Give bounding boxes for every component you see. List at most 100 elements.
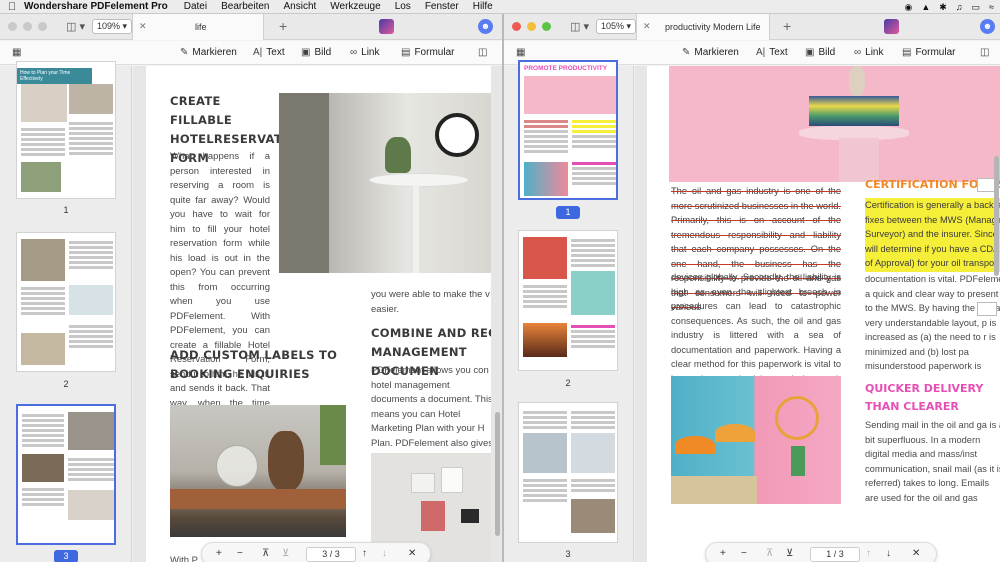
markieren-label: Markieren <box>192 47 237 58</box>
vertical-scrollbar[interactable] <box>495 412 500 536</box>
thumbnail-page-number: 1 <box>63 205 69 215</box>
bild-button[interactable]: ▣ Bild <box>301 47 331 58</box>
close-navigation-icon[interactable]: ✕ <box>408 548 416 559</box>
next-page-icon[interactable]: ↓ <box>382 548 387 559</box>
formular-button[interactable]: ▤ Formular <box>401 47 454 58</box>
menu-hilfe[interactable]: Hilfe <box>473 1 493 12</box>
paragraph-make-easier: you were able to make the v easier. <box>371 289 490 315</box>
zoom-select[interactable]: 105% ▾ <box>596 19 637 34</box>
text-icon: A| <box>253 47 263 58</box>
menu-datei[interactable]: Datei <box>184 1 207 12</box>
left-document-viewer[interactable]: CREATE FILLABLE HOTELRESERVATION FORM Wh… <box>133 66 502 562</box>
new-tab-icon[interactable]: + <box>783 18 791 34</box>
thumbnail-page-3[interactable] <box>16 404 116 545</box>
minimize-window-button[interactable] <box>527 22 536 31</box>
adobe-status-icon[interactable]: ▲ <box>921 2 930 12</box>
bluetooth-icon[interactable]: ✱ <box>939 2 947 13</box>
thumbnail-page-3[interactable] <box>518 402 618 543</box>
thumbnail-photo <box>68 490 114 520</box>
user-avatar-icon[interactable]: ☻ <box>478 19 493 34</box>
new-tab-icon[interactable]: + <box>279 18 287 34</box>
left-document-window: ◫ ▾ 109% ▾ ✕ life + ☻ ▦ ✎ Markieren A| Tex… <box>0 14 502 562</box>
paragraph-certification-highlighted: Certification is generally a back ar fix… <box>865 198 1000 272</box>
previous-page-icon[interactable]: ↑ <box>362 548 367 559</box>
page-indicator[interactable]: 1 / 3 <box>810 547 860 562</box>
battery-icon[interactable]: ▭ <box>972 2 981 13</box>
first-page-icon[interactable]: ⊼ <box>262 548 269 559</box>
next-page-icon[interactable]: ↓ <box>886 548 891 559</box>
sidebar-toggle-icon[interactable]: ◫ ▾ <box>66 20 85 33</box>
thumbnail-page-2[interactable] <box>518 230 618 371</box>
close-navigation-icon[interactable]: ✕ <box>912 548 920 559</box>
menu-ansicht[interactable]: Ansicht <box>283 1 316 12</box>
last-page-icon[interactable]: ⊻ <box>282 548 289 559</box>
zoom-window-button[interactable] <box>38 22 47 31</box>
tab-close-icon[interactable]: ✕ <box>643 21 651 32</box>
bild-button[interactable]: ▣ Bild <box>805 47 835 58</box>
menu-werkzeuge[interactable]: Werkzeuge <box>330 1 380 12</box>
thumbnail-photo <box>21 333 65 365</box>
zoom-in-icon[interactable]: + <box>216 548 222 559</box>
zoom-select[interactable]: 109% ▾ <box>92 19 133 34</box>
right-document-viewer[interactable]: The oil and gas industry is one of the m… <box>635 66 1000 562</box>
vertical-scrollbar[interactable] <box>994 156 999 276</box>
text-label: Text <box>769 47 788 58</box>
shield-status-icon[interactable]: ◉ <box>904 2 912 13</box>
zoom-out-icon[interactable]: − <box>741 548 747 559</box>
sidebar-toggle-icon[interactable]: ◫ ▾ <box>570 20 589 33</box>
zoom-value: 105% <box>601 21 625 31</box>
tab-title: productivity Modern Life <box>665 22 761 32</box>
form-field-box[interactable] <box>977 302 997 316</box>
tab-close-icon[interactable]: ✕ <box>139 21 147 32</box>
zoom-window-button[interactable] <box>542 22 551 31</box>
close-window-button[interactable] <box>512 22 521 31</box>
text-button[interactable]: A| Text <box>756 47 788 58</box>
pdf-page: CREATE FILLABLE HOTELRESERVATION FORM Wh… <box>146 66 491 562</box>
thumbnail-page-1[interactable]: How to Plan your Time Effectively <box>16 61 116 199</box>
last-page-icon[interactable]: ⊻ <box>786 548 793 559</box>
menu-app[interactable]: Wondershare PDFelement Pro <box>24 1 168 12</box>
thumbnails-grid-icon[interactable]: ▦ <box>12 47 21 58</box>
tab-life[interactable]: ✕ life <box>132 14 264 40</box>
right-panel-icon[interactable]: ◫ <box>478 47 487 58</box>
thumbnail-photo <box>69 84 113 114</box>
bild-label: Bild <box>818 47 836 58</box>
formular-button[interactable]: ▤ Formular <box>902 47 955 58</box>
markieren-button[interactable]: ✎ Markieren <box>180 47 237 58</box>
thumbnail-photo <box>22 454 64 482</box>
link-button[interactable]: ∞ Link <box>350 47 380 58</box>
thumbnail-title: How to Plan your Time Effectively <box>17 68 92 84</box>
tab-productivity[interactable]: ✕ productivity Modern Life <box>636 14 770 40</box>
link-button[interactable]: ∞ Link <box>854 47 884 58</box>
app-store-icon[interactable] <box>884 19 899 34</box>
right-panel-icon[interactable]: ◫ <box>980 47 989 58</box>
speaker-icon[interactable]: ♫ <box>956 2 963 12</box>
terrarium-photo <box>170 405 346 537</box>
markieren-button[interactable]: ✎ Markieren <box>682 47 739 58</box>
app-store-icon[interactable] <box>379 19 394 34</box>
pink-hand-photo <box>669 66 1000 182</box>
apple-menu-icon[interactable]:  <box>0 1 24 13</box>
close-window-button[interactable] <box>8 22 17 31</box>
link-icon: ∞ <box>854 47 862 58</box>
zoom-out-icon[interactable]: − <box>237 548 243 559</box>
beach-umbrellas-photo <box>671 376 841 504</box>
menu-fenster[interactable]: Fenster <box>425 1 459 12</box>
thumbnail-photo <box>21 239 65 281</box>
zoom-in-icon[interactable]: + <box>720 548 726 559</box>
highlighter-icon: ✎ <box>180 47 189 58</box>
wifi-icon[interactable]: ≈ <box>989 2 994 12</box>
thumbnails-grid-icon[interactable]: ▦ <box>516 47 525 58</box>
menu-los[interactable]: Los <box>395 1 411 12</box>
first-page-icon[interactable]: ⊼ <box>766 548 773 559</box>
thumbnail-page-2[interactable] <box>16 232 116 372</box>
page-indicator[interactable]: 3 / 3 <box>306 547 356 562</box>
text-button[interactable]: A| Text <box>253 47 285 58</box>
menu-bearbeiten[interactable]: Bearbeiten <box>221 1 269 12</box>
thumbnail-page-number: 2 <box>63 379 69 389</box>
minimize-window-button[interactable] <box>23 22 32 31</box>
previous-page-icon[interactable]: ↑ <box>866 548 871 559</box>
right-thumbnail-panel: PROMOTE PRODUCTIVITY 1 2 3 <box>504 60 634 562</box>
user-avatar-icon[interactable]: ☻ <box>980 19 995 34</box>
thumbnail-page-1[interactable]: PROMOTE PRODUCTIVITY <box>518 60 618 200</box>
